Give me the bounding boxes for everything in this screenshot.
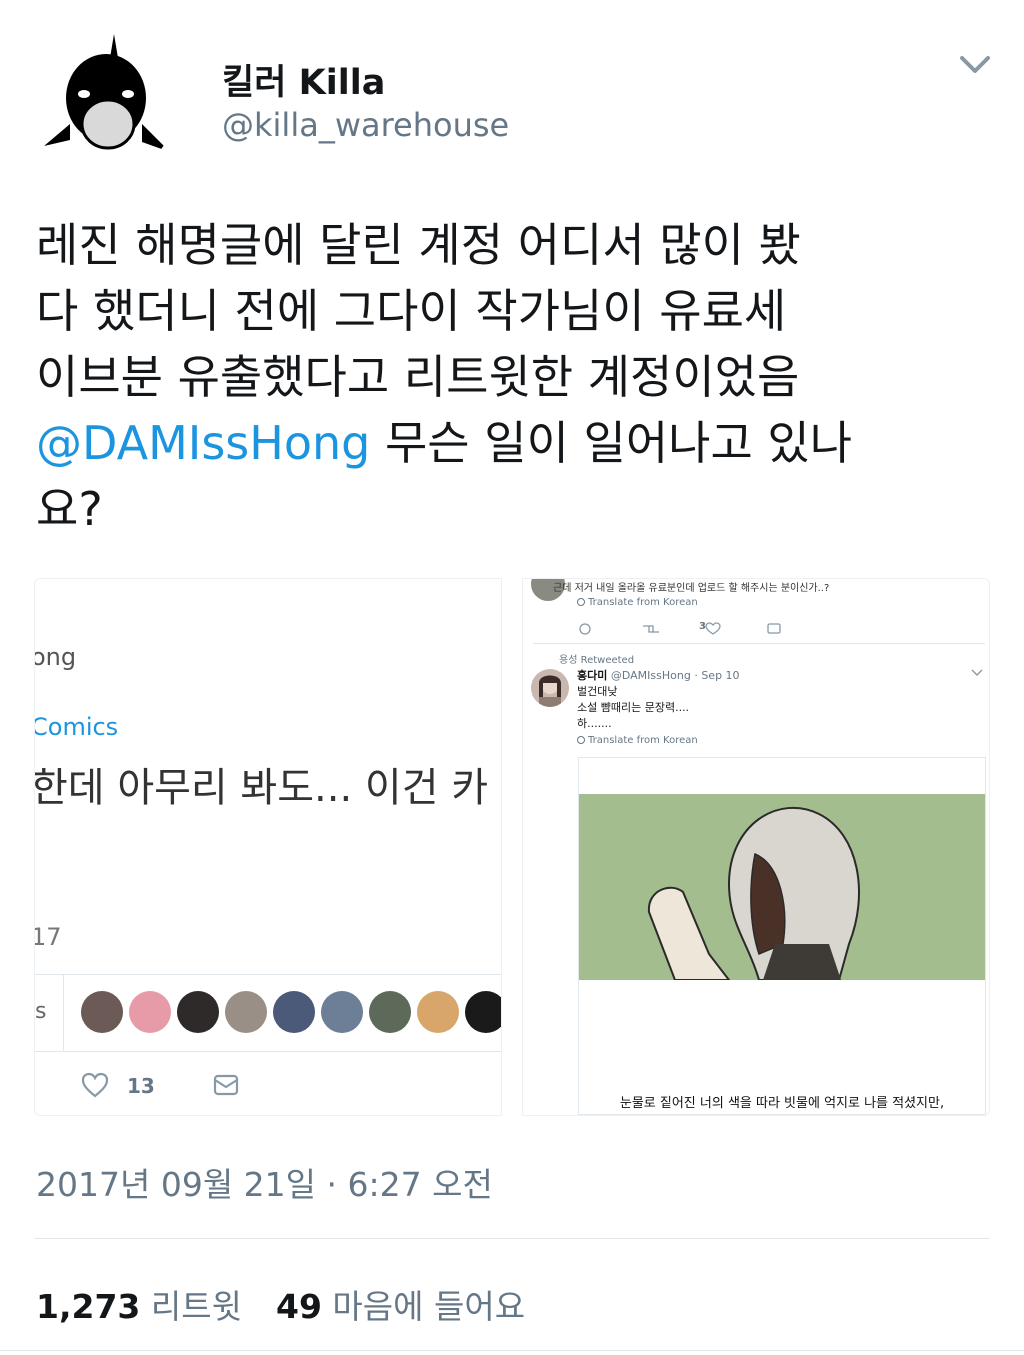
reply-icon [579, 623, 591, 635]
embedded-author: 홍다미 @DAMIssHong · Sep 10 [577, 667, 740, 683]
media-image-right[interactable]: 근데 저거 내일 올라올 유료분인데 업로드 할 해주시는 분이신가..? Tr… [522, 578, 990, 1116]
divider [35, 1051, 501, 1052]
embedded-text-fragment: 한데 아무리 봐도... 이건 카 [34, 765, 489, 811]
avatar [531, 669, 569, 707]
user-handle[interactable]: @killa_warehouse [222, 106, 509, 144]
tweet-text-line: 요? [36, 482, 103, 536]
comic-panel-image [579, 794, 985, 980]
liker-avatars [81, 991, 501, 1033]
retweet-count[interactable]: 1,273 [36, 1287, 140, 1326]
tweet-stats: 1,273 리트윗 49 마음에 들어요 [36, 1280, 525, 1328]
tweet-header: 킬러 Killa @killa_warehouse [0, 0, 1024, 180]
divider [0, 1350, 1024, 1351]
embedded-like-count: 3 [699, 621, 706, 632]
tweet-text-line: 레진 해명글에 달린 계정 어디서 많이 봤 [36, 218, 801, 272]
embedded-text-line: 소설 뺨때리는 문장력.... [577, 701, 690, 714]
liker-avatar [417, 991, 459, 1033]
embedded-text-line: 벌건대낮 [577, 685, 618, 698]
comic-caption: 눈물로 짙어진 너의 색을 따라 빗물에 억지로 나를 적셨지만, [619, 1096, 945, 1111]
embedded-text-line: 하....... [577, 717, 612, 730]
dm-icon [767, 623, 781, 634]
globe-icon [577, 598, 585, 606]
liker-avatar [129, 991, 171, 1033]
divider [34, 1238, 990, 1239]
heart-icon [705, 622, 721, 635]
embedded-reply-text: 근데 저거 내일 올라올 유료분인데 업로드 할 해주시는 분이신가..? [553, 583, 830, 594]
media-image-left[interactable]: ong Comics 한데 아무리 봐도... 이건 카 17 s 13 [34, 578, 502, 1116]
retweet-icon [643, 625, 659, 633]
embedded-name-fragment: ong [34, 643, 77, 671]
retweet-context: 용성 Retweeted [559, 655, 635, 666]
heart-icon [81, 1072, 109, 1098]
embedded-author-handle: @DAMIssHong · Sep 10 [610, 669, 740, 682]
embedded-image-card: 눈물로 짙어진 너의 색을 따라 빗물에 억지로 나를 적셨지만, [578, 757, 986, 1115]
mention-link[interactable]: @DAMIssHong [36, 416, 370, 470]
dm-icon [213, 1074, 239, 1096]
translate-link: Translate from Korean [577, 597, 698, 608]
embedded-like-count: 13 [127, 1074, 155, 1098]
chevron-down-icon [971, 669, 983, 676]
tweet-text-fragment: 무슨 일이 일어나고 있나 [370, 416, 853, 470]
liker-avatar [225, 991, 267, 1033]
divider [35, 974, 501, 975]
globe-icon [577, 736, 585, 744]
translate-link: Translate from Korean [577, 735, 698, 746]
orca-avatar-icon [44, 34, 170, 152]
embedded-action-bar [579, 622, 781, 635]
liker-avatar [465, 991, 501, 1033]
embedded-author-name: 홍다미 [577, 669, 608, 682]
tweet-text-line: 다 했더니 전에 그다이 작가님이 유료세 [36, 284, 787, 338]
profile-avatar[interactable] [30, 28, 178, 176]
tweet-text-line: @DAMIssHong 무슨 일이 일어나고 있나 [36, 410, 986, 476]
display-name[interactable]: 킬러 Killa [222, 54, 385, 105]
embedded-link-fragment: Comics [34, 713, 119, 741]
embedded-date-fragment: 17 [34, 923, 62, 951]
translate-label: Translate from Korean [588, 597, 698, 608]
divider [533, 643, 985, 644]
tweet-text: 레진 해명글에 달린 계정 어디서 많이 봤 다 했더니 전에 그다이 작가님이… [36, 212, 986, 542]
tweet-timestamp: 2017년 09월 21일 · 6:27 오전 [36, 1165, 493, 1204]
divider [63, 975, 64, 1051]
liker-avatar [369, 991, 411, 1033]
liker-avatar [177, 991, 219, 1033]
liker-avatar [321, 991, 363, 1033]
retweet-label[interactable]: 리트윗 [151, 1287, 242, 1326]
translate-label: Translate from Korean [588, 735, 698, 746]
like-count[interactable]: 49 [276, 1287, 322, 1326]
liker-avatar [273, 991, 315, 1033]
liker-avatar [81, 991, 123, 1033]
media-grid: ong Comics 한데 아무리 봐도... 이건 카 17 s 13 근데 … [34, 578, 990, 1116]
chevron-down-icon[interactable] [958, 52, 992, 78]
like-label[interactable]: 마음에 들어요 [332, 1287, 525, 1326]
tweet-text-line: 이브분 유출했다고 리트윗한 계정이었음 [36, 350, 800, 404]
embedded-likes-label: s [35, 999, 47, 1024]
